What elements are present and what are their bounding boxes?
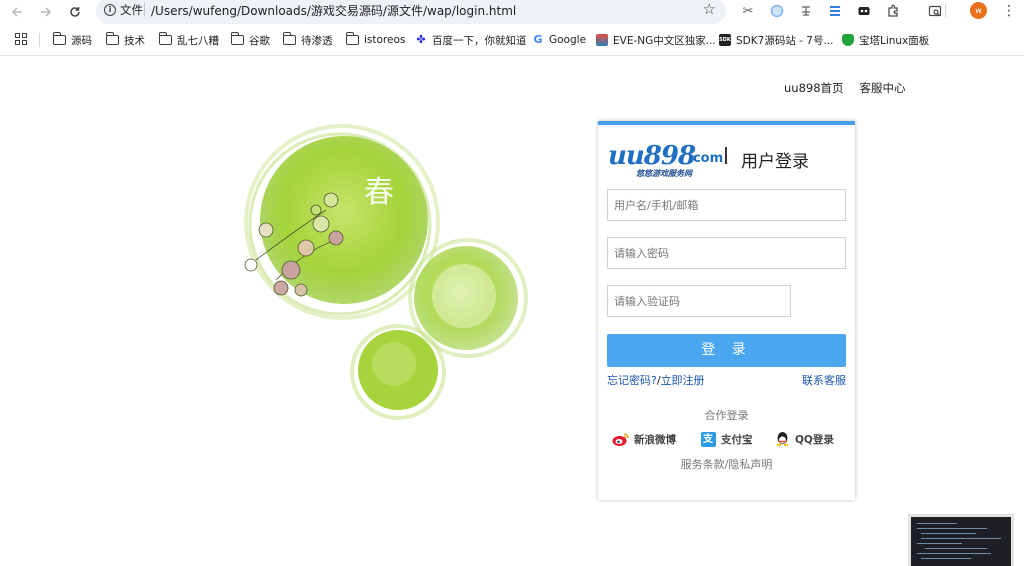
top-nav: uu898首页 客服中心 — [784, 80, 906, 96]
bookmark-label: EVE-NG中文区独家... — [613, 34, 716, 47]
alipay-login-button[interactable]: 支 支付宝 — [699, 431, 753, 447]
bookmark-baidu[interactable]: ✤ 百度一下，你就知道 — [415, 32, 527, 48]
bookmark-folder[interactable]: 技术 — [105, 32, 145, 48]
bookmark-label: 待渗透 — [301, 34, 333, 47]
login-button[interactable]: 登 录 — [607, 334, 846, 367]
logo-tagline: 悠悠游戏服务网 — [636, 169, 692, 178]
url-separator — [144, 2, 145, 16]
bookmark-eve-ng[interactable]: EVE-NG中文区独家... — [596, 32, 716, 48]
eyes-extension-icon[interactable] — [854, 1, 874, 21]
extensions-puzzle-icon[interactable] — [883, 1, 903, 21]
tab-search-icon[interactable] — [925, 1, 945, 21]
google-icon: G — [533, 33, 543, 46]
folder-icon — [105, 32, 119, 45]
bookmark-google[interactable]: G Google — [532, 32, 586, 48]
qq-login-button[interactable]: QQ登录 — [773, 431, 834, 447]
login-panel: uu898 .com 悠悠游戏服务网 用户登录 登 录 忘记密码?/立即注册 联… — [598, 121, 855, 500]
bookmark-label: 技术 — [124, 34, 145, 47]
folder-icon — [158, 32, 172, 45]
bookmark-folder[interactable]: 源码 — [52, 32, 92, 48]
bookmark-label: 乱七八糟 — [177, 34, 219, 47]
contact-support-link[interactable]: 联系客服 — [802, 372, 846, 388]
chrome-divider — [0, 55, 1024, 56]
folder-icon — [52, 32, 66, 45]
home-link[interactable]: uu898首页 — [784, 80, 844, 96]
folder-icon — [230, 32, 244, 45]
alipay-glyph: 支 — [700, 431, 716, 447]
scheme-label: 文件 — [120, 3, 143, 17]
url-text[interactable]: /Users/wufeng/Downloads/游戏交易源码/源文件/wap/l… — [151, 2, 516, 19]
logo-com-text: .com — [688, 151, 724, 166]
bookmark-folder[interactable]: 谷歌 — [230, 32, 270, 48]
bookmark-star-icon[interactable]: ☆ — [703, 0, 716, 18]
register-link[interactable]: 立即注册 — [661, 374, 705, 387]
alipay-label: 支付宝 — [721, 433, 753, 446]
account-links: 忘记密码?/立即注册 联系客服 — [607, 372, 846, 388]
toolbar-divider — [945, 4, 946, 18]
bookmark-label: Google — [549, 34, 587, 46]
folder-icon — [282, 32, 296, 45]
scissors-extension-icon[interactable]: ✂ — [738, 1, 758, 21]
forgot-password-link[interactable]: 忘记密码? — [607, 374, 657, 387]
circle-extension-icon[interactable] — [767, 1, 787, 21]
screenshot-thumbnail[interactable] — [908, 514, 1014, 566]
customer-service-link[interactable]: 客服中心 — [860, 80, 906, 96]
bookmark-label: 源码 — [71, 34, 92, 47]
back-arrow-icon — [11, 7, 22, 17]
bookmarks-bar: 源码 技术 乱七八糟 谷歌 待渗透 istoreos ✤ 百度一下，你就知道 GG… — [0, 28, 1024, 52]
username-input[interactable] — [607, 189, 846, 221]
browser-menu-icon[interactable]: ⋮ — [1000, 1, 1018, 21]
bookmark-label: 宝塔Linux面板 — [859, 34, 930, 47]
bookmark-baota[interactable]: 宝塔Linux面板 — [842, 32, 929, 48]
spring-character: 春 — [364, 175, 394, 210]
forward-arrow-icon — [41, 7, 52, 17]
bookmark-folder[interactable]: istoreos — [345, 32, 406, 48]
logo-main-text: uu898 — [608, 141, 696, 171]
weibo-icon — [612, 431, 630, 447]
weibo-label: 新浪微博 — [634, 433, 676, 446]
partner-login-title: 合作登录 — [704, 409, 749, 422]
bookmark-folder[interactable]: 待渗透 — [282, 32, 333, 48]
bookmark-label: istoreos — [364, 34, 406, 46]
captcha-input[interactable] — [607, 285, 791, 317]
site-info-icon[interactable]: i — [104, 4, 116, 16]
weibo-login-button[interactable]: 新浪微博 — [612, 431, 676, 447]
folder-icon — [345, 32, 359, 45]
bookmark-folder[interactable]: 乱七八糟 — [158, 32, 219, 48]
uu898-logo[interactable]: uu898 .com 悠悠游戏服务网 — [608, 141, 724, 181]
browser-toolbar: i 文件 /Users/wufeng/Downloads/游戏交易源码/源文件/… — [0, 0, 1024, 26]
stack-extension-icon[interactable] — [825, 1, 845, 21]
terms-privacy-link[interactable]: 服务条款/隐私声明 — [598, 456, 855, 472]
profile-avatar[interactable]: w — [970, 2, 987, 19]
reload-icon — [70, 7, 80, 17]
bookmark-sdk7[interactable]: SDK SDK7源码站 - 7号... — [719, 32, 833, 48]
eve-ng-icon — [596, 34, 608, 46]
bookmark-label: 谷歌 — [249, 34, 270, 47]
qq-icon — [773, 431, 791, 447]
spring-illustration: 春 — [244, 124, 528, 420]
title-divider — [725, 147, 727, 164]
login-title: 用户登录 — [741, 152, 809, 172]
reload-button[interactable] — [64, 1, 86, 23]
baidu-icon: ✤ — [416, 33, 426, 46]
forward-button[interactable] — [35, 1, 57, 23]
address-bar[interactable]: i 文件 /Users/wufeng/Downloads/游戏交易源码/源文件/… — [96, 0, 726, 24]
sdk7-icon: SDK — [719, 34, 731, 46]
back-button[interactable] — [6, 1, 28, 23]
qq-label: QQ登录 — [795, 433, 834, 446]
bookmark-label: 百度一下，你就知道 — [432, 34, 527, 47]
bookmark-label: SDK7源码站 - 7号... — [736, 34, 834, 47]
password-input[interactable] — [607, 237, 846, 269]
alipay-icon: 支 — [699, 431, 717, 447]
baota-icon — [842, 34, 854, 46]
translate-extension-icon[interactable] — [796, 1, 816, 21]
